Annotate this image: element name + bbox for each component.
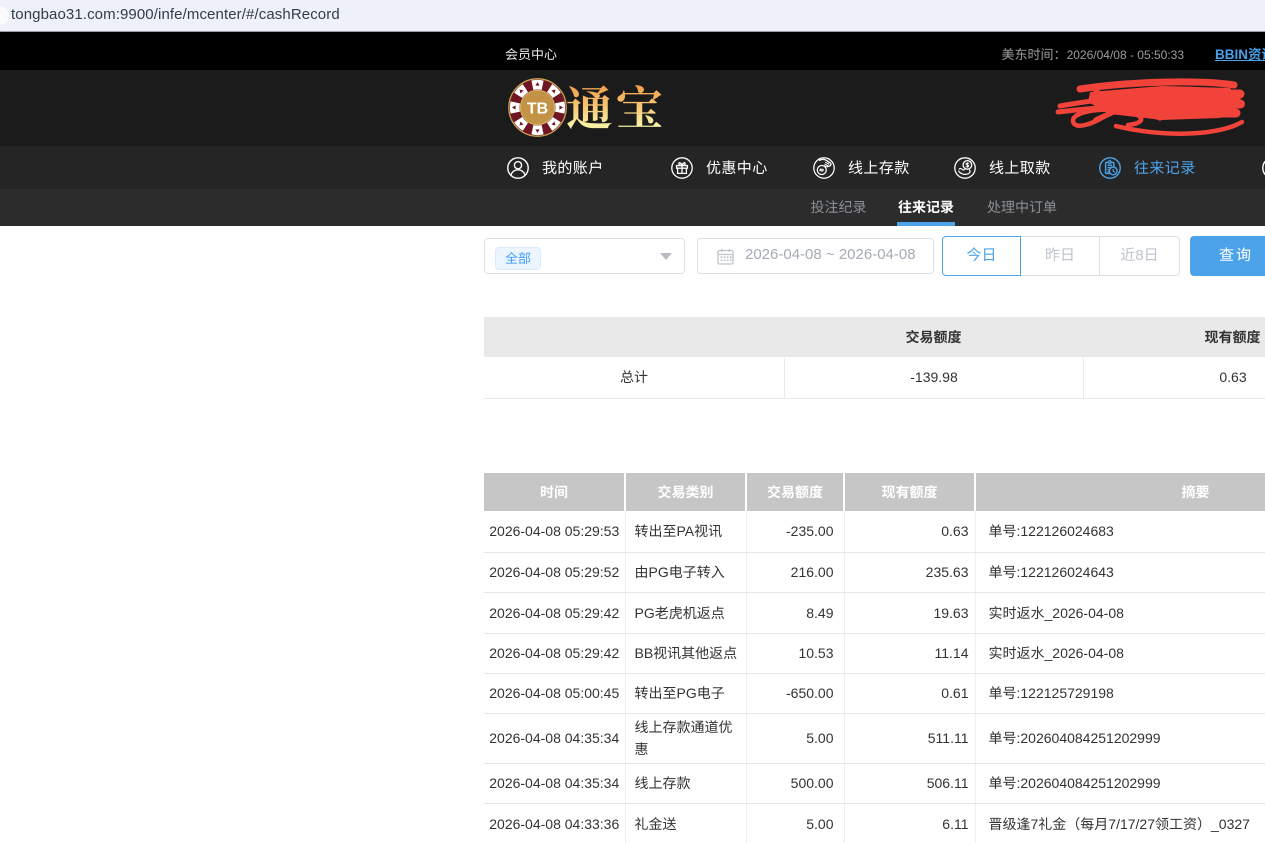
svg-text:TB: TB <box>527 101 548 118</box>
